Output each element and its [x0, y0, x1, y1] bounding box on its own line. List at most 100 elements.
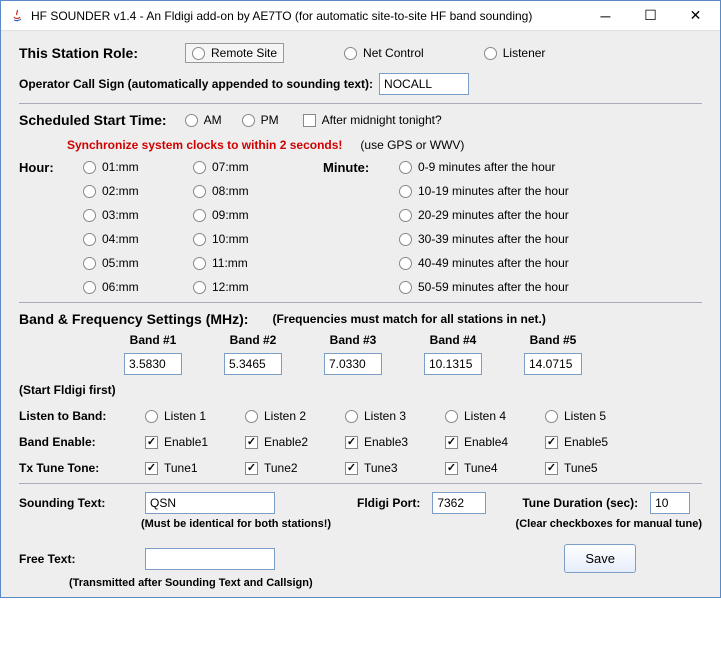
free-text-label: Free Text: [19, 552, 139, 566]
after-midnight-option[interactable]: After midnight tonight? [303, 113, 442, 127]
window-title: HF SOUNDER v1.4 - An Fldigi add-on by AE… [31, 9, 583, 23]
hour-08[interactable]: 08:mm [193, 184, 323, 198]
radio-icon [83, 233, 96, 246]
enable-1[interactable]: Enable1 [145, 435, 245, 449]
sounding-text-input[interactable] [145, 492, 275, 514]
listen-1[interactable]: Listen 1 [145, 409, 245, 423]
enable-2[interactable]: Enable2 [245, 435, 345, 449]
tune-4[interactable]: Tune4 [445, 461, 545, 475]
band-col-3: Band #3 [303, 333, 403, 375]
min-10-19[interactable]: 10-19 minutes after the hour [399, 184, 702, 198]
hour-11[interactable]: 11:mm [193, 256, 323, 270]
free-text-row: Free Text: Save [19, 544, 702, 573]
radio-icon [83, 161, 96, 174]
enable-4[interactable]: Enable4 [445, 435, 545, 449]
close-button[interactable]: ✕ [673, 2, 718, 30]
min-40-49[interactable]: 40-49 minutes after the hour [399, 256, 702, 270]
listen-4[interactable]: Listen 4 [445, 409, 545, 423]
listen-3[interactable]: Listen 3 [345, 409, 445, 423]
radio-icon [399, 161, 412, 174]
operator-callsign-input[interactable] [379, 73, 469, 95]
free-text-note: (Transmitted after Sounding Text and Cal… [69, 577, 313, 589]
role-listener[interactable]: Listener [484, 46, 546, 60]
role-net-control[interactable]: Net Control [344, 46, 424, 60]
tune-5[interactable]: Tune5 [545, 461, 645, 475]
radio-icon [193, 185, 206, 198]
checkbox-icon [145, 436, 158, 449]
band-4-input[interactable] [424, 353, 482, 375]
hour-01[interactable]: 01:mm [83, 160, 193, 174]
band-5-input[interactable] [524, 353, 582, 375]
station-role-row: This Station Role: Remote Site Net Contr… [19, 43, 702, 63]
checkbox-icon [245, 462, 258, 475]
radio-icon [83, 209, 96, 222]
hour-09[interactable]: 09:mm [193, 208, 323, 222]
checkbox-icon [345, 436, 358, 449]
enable-row: Band Enable: Enable1 Enable2 Enable3 Ena… [19, 435, 702, 449]
role-remote-site[interactable]: Remote Site [185, 43, 284, 63]
hour-02[interactable]: 02:mm [83, 184, 193, 198]
band-1-input[interactable] [124, 353, 182, 375]
minutes-col: 0-9 minutes after the hour 10-19 minutes… [399, 160, 702, 294]
tune-duration-label: Tune Duration (sec): [522, 496, 638, 510]
radio-icon [399, 209, 412, 222]
min-00-09[interactable]: 0-9 minutes after the hour [399, 160, 702, 174]
sync-row: Synchronize system clocks to within 2 se… [19, 138, 702, 152]
app-window: HF SOUNDER v1.4 - An Fldigi add-on by AE… [0, 0, 721, 598]
minimize-button[interactable]: ─ [583, 2, 628, 30]
pm-option[interactable]: PM [242, 113, 279, 127]
sounding-notes-row: (Must be identical for both stations!) (… [19, 514, 702, 530]
radio-icon [399, 233, 412, 246]
hour-12[interactable]: 12:mm [193, 280, 323, 294]
band-3-input[interactable] [324, 353, 382, 375]
band-col-4: Band #4 [403, 333, 503, 375]
radio-icon [245, 410, 258, 423]
band-label: Band & Frequency Settings (MHz): [19, 311, 248, 327]
listen-2[interactable]: Listen 2 [245, 409, 345, 423]
maximize-button[interactable]: ☐ [628, 2, 673, 30]
hour-03[interactable]: 03:mm [83, 208, 193, 222]
band-2-input[interactable] [224, 353, 282, 375]
save-button[interactable]: Save [564, 544, 636, 573]
enable-5[interactable]: Enable5 [545, 435, 645, 449]
radio-icon [83, 257, 96, 270]
hours-col-2: 07:mm 08:mm 09:mm 10:mm 11:mm 12:mm [193, 160, 323, 294]
fldigi-port-input[interactable] [432, 492, 486, 514]
clear-checkboxes-note: (Clear checkboxes for manual tune) [516, 518, 702, 530]
enable-3[interactable]: Enable3 [345, 435, 445, 449]
tune-1[interactable]: Tune1 [145, 461, 245, 475]
hour-06[interactable]: 06:mm [83, 280, 193, 294]
radio-icon [399, 185, 412, 198]
hour-04[interactable]: 04:mm [83, 232, 193, 246]
role-net-label: Net Control [363, 46, 424, 60]
min-50-59[interactable]: 50-59 minutes after the hour [399, 280, 702, 294]
am-option[interactable]: AM [185, 113, 222, 127]
radio-icon [344, 47, 357, 60]
hour-10[interactable]: 10:mm [193, 232, 323, 246]
band-note: (Frequencies must match for all stations… [272, 312, 545, 326]
operator-callsign-label: Operator Call Sign (automatically append… [19, 77, 373, 91]
hour-07[interactable]: 07:mm [193, 160, 323, 174]
hour-label: Hour: [19, 160, 54, 175]
hour-minute-grid: Hour: 01:mm 02:mm 03:mm 04:mm 05:mm 06:m… [19, 160, 702, 294]
tune-3[interactable]: Tune3 [345, 461, 445, 475]
scheduled-start-row: Scheduled Start Time: AM PM After midnig… [19, 112, 702, 128]
min-20-29[interactable]: 20-29 minutes after the hour [399, 208, 702, 222]
station-role-label: This Station Role: [19, 45, 169, 61]
sounding-identical-note: (Must be identical for both stations!) [141, 518, 331, 530]
radio-icon [242, 114, 255, 127]
checkbox-icon [145, 462, 158, 475]
listen-5[interactable]: Listen 5 [545, 409, 645, 423]
listen-row: Listen to Band: Listen 1 Listen 2 Listen… [19, 409, 702, 423]
free-text-input[interactable] [145, 548, 275, 570]
sounding-text-label: Sounding Text: [19, 496, 139, 510]
hour-05[interactable]: 05:mm [83, 256, 193, 270]
radio-icon [185, 114, 198, 127]
checkbox-icon [303, 114, 316, 127]
tune-duration-input[interactable] [650, 492, 690, 514]
min-30-39[interactable]: 30-39 minutes after the hour [399, 232, 702, 246]
tune-2[interactable]: Tune2 [245, 461, 345, 475]
java-icon [9, 8, 25, 24]
radio-icon [345, 410, 358, 423]
enable-label: Band Enable: [19, 435, 145, 449]
